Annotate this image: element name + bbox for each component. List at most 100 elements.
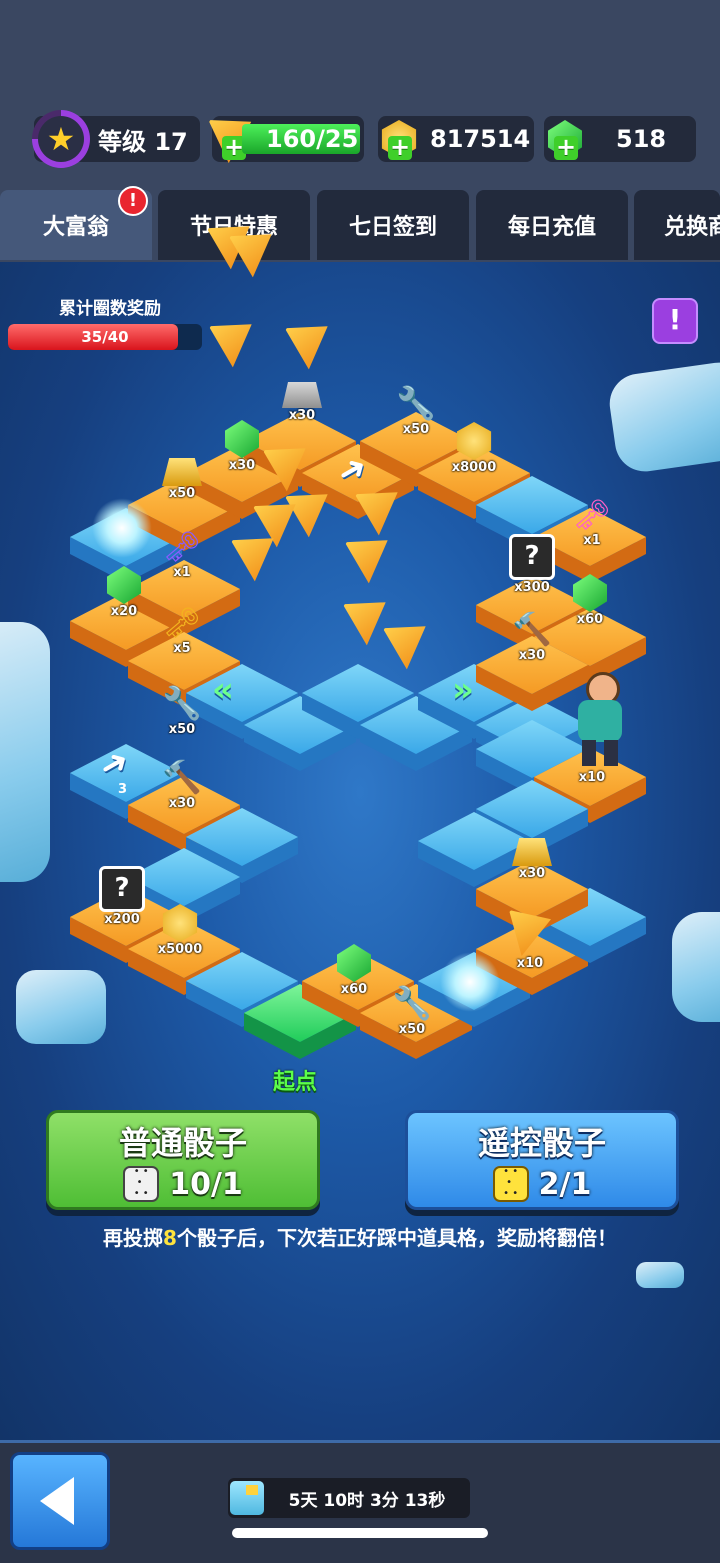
key-pink-icon: 🗝	[572, 498, 612, 533]
normal-dice-button[interactable]: 普通骰子 10/1	[46, 1110, 320, 1210]
board-item-pink-key: 🗝 x1	[552, 498, 632, 548]
gold-bar-icon	[162, 458, 202, 486]
item-qty: x1	[583, 533, 601, 548]
board-item-coin: x5000	[140, 904, 220, 957]
wrench-icon: 🔧	[392, 984, 432, 1022]
board-item-gold-bar: x30	[492, 838, 572, 881]
gem-icon	[225, 420, 259, 458]
chevron-right-icon: »	[452, 670, 474, 710]
tab-daily-recharge[interactable]: 每日充值	[476, 190, 628, 260]
board-item-coin: x8000	[434, 422, 514, 475]
pizza-pill[interactable]: + 160/25	[212, 116, 364, 162]
wrench-icon: 🔧	[396, 384, 436, 422]
coins-value: 817514	[430, 125, 531, 153]
gem-icon	[107, 566, 141, 604]
add-gems-icon[interactable]: +	[554, 135, 578, 160]
event-timer: 5天 10时 3分 13秒	[228, 1478, 470, 1518]
tab-exchange-shop[interactable]: 兑换商	[634, 190, 720, 260]
ingot-icon	[282, 382, 322, 408]
coins-pill[interactable]: + 817514	[378, 116, 534, 162]
ice-chunk	[16, 970, 106, 1044]
coin-icon	[162, 904, 198, 942]
gems-pill[interactable]: + 518	[544, 116, 696, 162]
item-qty: x50	[398, 1022, 426, 1037]
event-icon	[230, 1481, 264, 1515]
item-qty: x5	[173, 641, 191, 656]
hint-before: 再投掷	[103, 1226, 164, 1250]
tab-label: 七日签到	[348, 215, 437, 240]
wrench-icon: 🔧	[162, 684, 202, 722]
item-qty: x1	[173, 565, 191, 580]
yellow-dice-icon	[492, 1166, 529, 1202]
item-qty: x8000	[451, 460, 497, 475]
item-qty: x10	[578, 770, 606, 785]
ice-chunk	[0, 622, 50, 882]
level-pill[interactable]: ★ 等级 17	[32, 110, 200, 168]
progress-text: 35/40	[81, 328, 129, 346]
back-arrow-icon	[40, 1477, 74, 1525]
board-item-wrench: 🔧 x50	[372, 984, 452, 1037]
item-qty: x20	[110, 604, 138, 619]
hero-character	[566, 672, 636, 772]
hint-after: 个骰子后，下次若正好踩中道具格，奖励将翻倍！	[176, 1226, 617, 1250]
ice-chunk	[672, 912, 720, 1022]
board-item-hammer: 🔨 x30	[142, 758, 222, 811]
item-qty: x10	[516, 956, 544, 971]
event-tabs: 大富翁 ! 节日特惠 七日签到 每日充值 兑换商	[0, 186, 720, 260]
key-gold-icon: 🗝	[162, 606, 202, 641]
item-qty: x30	[518, 866, 546, 881]
tab-label: 每日充值	[507, 215, 596, 240]
pizza-value: 160/25	[266, 125, 359, 153]
gold-bar-icon	[512, 838, 552, 866]
item-qty: x30	[228, 458, 256, 473]
item-qty: x5000	[157, 942, 203, 957]
level-label: 等级 17	[98, 127, 188, 156]
tab-monopoly[interactable]: 大富翁 !	[0, 186, 152, 260]
item-qty: x60	[340, 982, 368, 997]
item-qty: x60	[576, 612, 604, 627]
info-button[interactable]: !	[652, 298, 698, 344]
board-item-hero-tile: x10	[552, 770, 632, 785]
board-item-pizza: x10	[490, 910, 570, 971]
item-qty: x300	[514, 580, 550, 595]
start-label: 起点	[272, 1070, 317, 1095]
remote-dice-count: 2/1	[538, 1166, 592, 1202]
board-item-gold-key: 🗝 x5	[142, 606, 222, 656]
add-coins-icon[interactable]: +	[388, 135, 412, 160]
back-button[interactable]	[10, 1452, 110, 1550]
level-ring: ★	[32, 110, 90, 168]
item-qty: x30	[168, 796, 196, 811]
item-qty: x200	[104, 912, 140, 927]
normal-dice-count: 10/1	[169, 1166, 243, 1202]
tab-label: 大富翁	[42, 215, 109, 240]
hint-number: 8	[163, 1226, 177, 1250]
gems-value: 518	[616, 125, 667, 153]
remote-dice-button[interactable]: 遥控骰子 2/1	[405, 1110, 679, 1210]
home-indicator[interactable]	[232, 1528, 488, 1538]
mystery-box-icon: ?	[99, 866, 145, 912]
key-purple-icon: 🗝	[162, 530, 202, 565]
hammer-icon: 🔨	[162, 758, 202, 796]
tab-label: 兑换商	[664, 215, 720, 240]
remote-dice-title: 遥控骰子	[477, 1124, 606, 1162]
item-qty: x50	[402, 422, 430, 437]
lap-reward-label: 累计圈数奖励	[59, 299, 161, 319]
pizza-icon	[509, 910, 551, 956]
mystery-box-icon: ?	[509, 534, 555, 580]
arrow-number: 3	[118, 782, 128, 797]
item-qty: x50	[168, 486, 196, 501]
star-icon: ★	[38, 116, 84, 162]
hammer-icon: 🔨	[512, 610, 552, 648]
gem-icon	[337, 944, 371, 982]
double-reward-hint: 再投掷8个骰子后，下次若正好踩中道具格，奖励将翻倍！	[0, 1222, 720, 1251]
normal-dice-title: 普通骰子	[118, 1124, 247, 1162]
lap-reward-progress: 35/40	[8, 324, 202, 350]
item-qty: x30	[288, 408, 316, 423]
tab-seven-day-checkin[interactable]: 七日签到	[317, 190, 469, 260]
board-item-gold-bar: x50	[142, 458, 222, 501]
item-qty: x30	[518, 648, 546, 663]
timer-text: 5天 10时 3分 13秒	[288, 1490, 446, 1511]
white-dice-icon	[123, 1166, 160, 1202]
ice-chunk	[636, 1262, 684, 1288]
coin-icon	[456, 422, 492, 460]
